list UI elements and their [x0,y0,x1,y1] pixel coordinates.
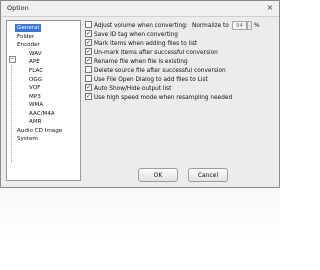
mark-items-option[interactable]: ✓ Mark items when adding files to list [85,39,197,48]
unmark-items-option[interactable]: ✓ Un-mark items after successful conversi… [85,48,218,57]
adjust-volume-option[interactable]: Adjust volume when converting: [85,21,188,30]
ok-button[interactable]: OK [138,168,178,182]
tree-item-aac-m4a[interactable]: AAC/M4A [29,110,55,118]
auto-show-hide-option[interactable]: ✓ Auto Show/Hide output list [85,84,171,93]
rename-file-option[interactable]: ✓ Rename file when file is existing [85,57,188,66]
checkbox-checked[interactable]: ✓ [85,93,92,100]
encoder-collapse-icon[interactable]: − [9,56,16,63]
checkbox-checked[interactable]: ✓ [85,84,92,91]
window-reflection [0,188,280,270]
tree-item-vqf[interactable]: VQF [29,84,40,92]
checkbox-checked[interactable]: ✓ [85,48,92,55]
tree-item-ogg[interactable]: OGG [29,76,42,84]
normalize-label: Normalize to [192,23,229,29]
file-open-dialog-option[interactable]: Use File Open Dialog to add files to Lis… [85,75,208,84]
high-speed-resample-option[interactable]: ✓ Use high speed mode when resampling nee… [85,93,232,102]
checkbox[interactable] [85,21,92,28]
tree-item-system[interactable]: System [17,135,38,143]
title-bar: Option × [1,1,279,17]
checkbox[interactable] [85,66,92,73]
tree-item-encoder[interactable]: Encoder [17,41,40,49]
percent-label: % [254,23,260,29]
normalize-input[interactable]: 94 [232,21,247,30]
checkbox-checked[interactable]: ✓ [85,57,92,64]
cancel-button[interactable]: Cancel [188,168,228,182]
save-id-tag-option[interactable]: ✓ Save ID tag when converting [85,30,178,39]
normalize-spinner[interactable] [247,21,252,30]
tree-item-wav[interactable]: WAV [29,50,42,58]
close-icon[interactable]: × [265,3,275,13]
tree-item-audio-cd-image[interactable]: Audio CD Image [17,127,62,135]
tree-item-amr[interactable]: AMR [29,118,42,126]
delete-source-option[interactable]: Delete source file after successful conv… [85,66,226,75]
tree-item-folder[interactable]: Folder [17,33,34,41]
checkbox[interactable] [85,75,92,82]
tree-item-general[interactable]: General [15,24,42,32]
tree-item-wma[interactable]: WMA [29,101,43,109]
tree-item-ape[interactable]: APE [29,58,40,66]
tree-item-mp3[interactable]: MP3 [29,93,41,101]
tree-item-flac[interactable]: FLAC [29,67,43,75]
option-dialog: Option × − General Folder Encoder WAV AP… [0,0,280,188]
checkbox-checked[interactable]: ✓ [85,30,92,37]
checkbox-checked[interactable]: ✓ [85,39,92,46]
settings-tree[interactable]: − General Folder Encoder WAV APE FLAC OG… [6,20,81,181]
dialog-title: Option [7,4,29,12]
